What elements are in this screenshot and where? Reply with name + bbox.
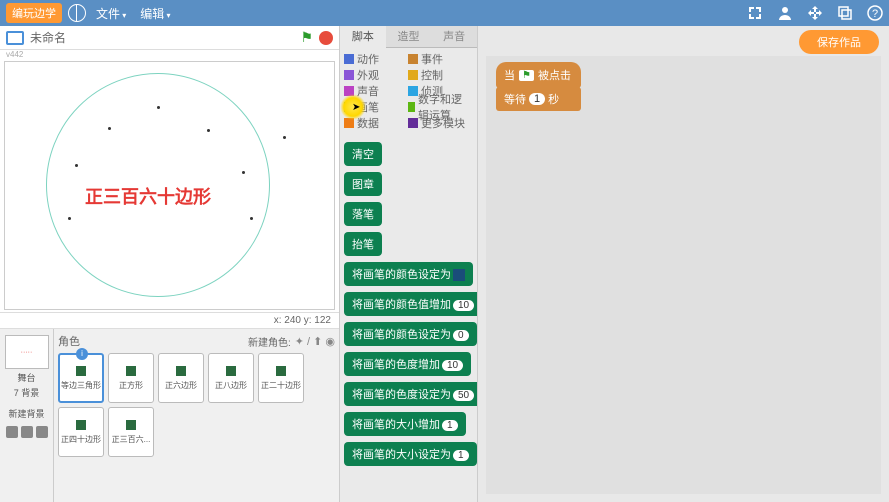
sprite-3[interactable]: 正八边形 [208, 353, 254, 403]
block-clear[interactable]: 清空 [344, 142, 382, 166]
user-icon[interactable] [777, 5, 793, 21]
stage-thumb[interactable]: ····· [5, 335, 49, 369]
app-logo: 编玩边学 [6, 3, 62, 23]
category-画笔[interactable]: 画笔➤ [344, 100, 408, 114]
sprite-5[interactable]: 正四十边形 [58, 407, 104, 457]
tab-costumes[interactable]: 造型 [386, 26, 432, 48]
menu-edit[interactable]: 编辑 [140, 5, 170, 22]
when-flag-block[interactable]: 当⚑被点击 [496, 62, 581, 88]
block-addcolor[interactable]: 将画笔的颜色值增加10 [344, 292, 477, 316]
block-addsize[interactable]: 将画笔的大小增加1 [344, 412, 466, 436]
category-外观[interactable]: 外观 [344, 68, 408, 82]
save-button[interactable]: 保存作品 [799, 30, 879, 54]
green-flag-icon[interactable]: ⚑ [300, 29, 313, 46]
sprite-6[interactable]: 正三百六... [108, 407, 154, 457]
newbg-label: 新建背景 [4, 407, 49, 420]
sprite-1[interactable]: 正方形 [108, 353, 154, 403]
svg-text:?: ? [872, 8, 878, 20]
category-动作[interactable]: 动作 [344, 52, 408, 66]
copy-icon[interactable] [837, 5, 853, 21]
shape-text: 正三百六十边形 [85, 183, 211, 209]
menu-file[interactable]: 文件 [96, 5, 126, 22]
expand-icon[interactable] [807, 5, 823, 21]
stop-icon[interactable] [319, 31, 333, 45]
block-setcolorv[interactable]: 将画笔的颜色设定为0 [344, 322, 477, 346]
shrink-icon[interactable] [747, 5, 763, 21]
block-setsize[interactable]: 将画笔的大小设定为1 [344, 442, 477, 466]
new-sprite-label: 新建角色: [248, 334, 291, 349]
category-更多模块[interactable]: 更多模块 [408, 116, 472, 130]
script-canvas[interactable]: 当⚑被点击 等待1秒 [486, 56, 881, 494]
help-icon[interactable]: ? [867, 5, 883, 21]
block-setshade[interactable]: 将画笔的色度设定为50 [344, 382, 477, 406]
globe-icon[interactable] [68, 4, 86, 22]
sprite-4[interactable]: 正二十边形 [258, 353, 304, 403]
block-stamp[interactable]: 图章 [344, 172, 382, 196]
tab-sounds[interactable]: 声音 [431, 26, 477, 48]
bg-camera-icon[interactable] [36, 426, 48, 438]
block-penup[interactable]: 抬笔 [344, 232, 382, 256]
block-pendown[interactable]: 落笔 [344, 202, 382, 226]
category-事件[interactable]: 事件 [408, 52, 472, 66]
bg-count: 7 背景 [4, 386, 49, 399]
version-label: v442 [0, 50, 339, 59]
stage-coords: x: 240 y: 122 [0, 313, 339, 329]
stage-view-icon[interactable] [6, 31, 24, 45]
category-数字和逻辑运算[interactable]: 数字和逻辑运算 [408, 100, 472, 114]
stage-label: 舞台 [4, 371, 49, 384]
bg-upload-icon[interactable] [21, 426, 33, 438]
category-控制[interactable]: 控制 [408, 68, 472, 82]
sprite-2[interactable]: 正六边形 [158, 353, 204, 403]
project-name[interactable]: 未命名 [30, 29, 300, 46]
block-addshade[interactable]: 将画笔的色度增加10 [344, 352, 471, 376]
tab-scripts[interactable]: 脚本 [340, 26, 386, 48]
stage-canvas[interactable]: 正三百六十边形 [0, 59, 339, 313]
script-stack[interactable]: 当⚑被点击 等待1秒 [496, 62, 581, 111]
sprites-title: 角色 [58, 333, 248, 349]
block-setcolor[interactable]: 将画笔的颜色设定为 [344, 262, 473, 286]
bg-paint-icon[interactable] [6, 426, 18, 438]
sprite-0[interactable]: 等边三角形i [58, 353, 104, 403]
wait-block[interactable]: 等待1秒 [496, 87, 581, 111]
